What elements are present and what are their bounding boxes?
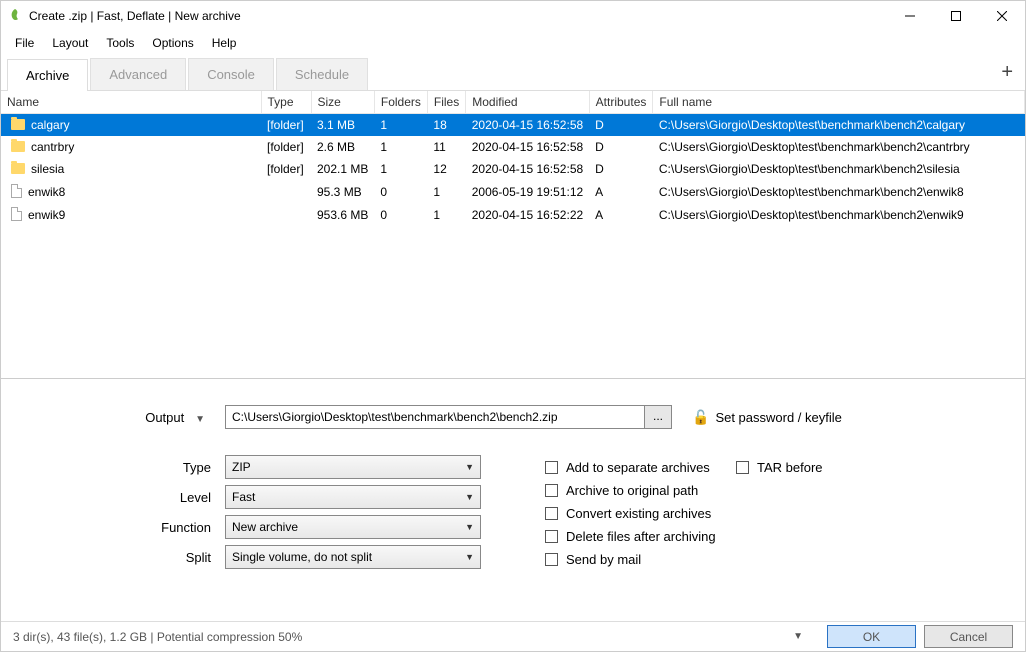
level-combo[interactable]: Fast▼ <box>225 485 481 509</box>
add-button[interactable]: + <box>1001 61 1013 84</box>
cancel-button[interactable]: Cancel <box>924 625 1013 648</box>
table-row[interactable]: calgary[folder]3.1 MB1182020-04-15 16:52… <box>1 114 1025 137</box>
file-icon <box>11 207 22 221</box>
table-row[interactable]: enwik895.3 MB012006-05-19 19:51:12AC:\Us… <box>1 180 1025 203</box>
checkbox-mail[interactable] <box>545 553 558 566</box>
checkbox-separate[interactable] <box>545 461 558 474</box>
ok-button[interactable]: OK <box>827 625 916 648</box>
table-row[interactable]: cantrbry[folder]2.6 MB1112020-04-15 16:5… <box>1 136 1025 158</box>
statusbar: 3 dir(s), 43 file(s), 1.2 GB | Potential… <box>1 621 1025 651</box>
table-row[interactable]: enwik9953.6 MB012020-04-15 16:52:22AC:\U… <box>1 203 1025 226</box>
window-title: Create .zip | Fast, Deflate | New archiv… <box>29 9 887 23</box>
menu-help[interactable]: Help <box>204 33 245 53</box>
set-password-link[interactable]: Set password / keyfile <box>715 410 841 425</box>
output-label: Output <box>145 410 184 425</box>
level-label: Level <box>15 490 225 505</box>
status-text: 3 dir(s), 43 file(s), 1.2 GB | Potential… <box>13 630 302 644</box>
col-size[interactable]: Size <box>311 91 374 114</box>
bottom-panel: Output ▼ ... 🔓 Set password / keyfile Ty… <box>1 379 1025 621</box>
titlebar: Create .zip | Fast, Deflate | New archiv… <box>1 1 1025 31</box>
col-type[interactable]: Type <box>261 91 311 114</box>
col-fullname[interactable]: Full name <box>653 91 1025 114</box>
lock-icon: 🔓 <box>692 409 709 426</box>
col-modified[interactable]: Modified <box>466 91 589 114</box>
chevron-down-icon[interactable]: ▼ <box>195 414 205 425</box>
col-files[interactable]: Files <box>427 91 465 114</box>
folder-icon <box>11 163 25 174</box>
type-combo[interactable]: ZIP▼ <box>225 455 481 479</box>
checkbox-convert[interactable] <box>545 507 558 520</box>
tab-schedule[interactable]: Schedule <box>276 58 368 90</box>
table-row[interactable]: silesia[folder]202.1 MB1122020-04-15 16:… <box>1 158 1025 180</box>
split-label: Split <box>15 550 225 565</box>
split-combo[interactable]: Single volume, do not split▼ <box>225 545 481 569</box>
options-column-2: TAR before <box>736 460 823 483</box>
menu-tools[interactable]: Tools <box>98 33 142 53</box>
menubar: File Layout Tools Options Help <box>1 31 1025 55</box>
folder-icon <box>11 141 25 152</box>
chevron-down-icon: ▼ <box>465 462 474 472</box>
tab-advanced[interactable]: Advanced <box>90 58 186 90</box>
options-column-1: Add to separate archives Archive to orig… <box>545 460 716 575</box>
tab-archive[interactable]: Archive <box>7 59 88 91</box>
chevron-down-icon[interactable]: ▼ <box>793 631 803 642</box>
menu-file[interactable]: File <box>7 33 42 53</box>
checkbox-tar[interactable] <box>736 461 749 474</box>
type-label: Type <box>15 460 225 475</box>
col-attributes[interactable]: Attributes <box>589 91 653 114</box>
browse-button[interactable]: ... <box>644 405 672 429</box>
col-folders[interactable]: Folders <box>374 91 427 114</box>
folder-icon <box>11 119 25 130</box>
chevron-down-icon: ▼ <box>465 492 474 502</box>
menu-layout[interactable]: Layout <box>44 33 96 53</box>
app-icon <box>7 8 23 24</box>
col-name[interactable]: Name <box>1 91 261 114</box>
checkbox-original[interactable] <box>545 484 558 497</box>
minimize-button[interactable] <box>887 1 933 31</box>
function-label: Function <box>15 520 225 535</box>
chevron-down-icon: ▼ <box>465 522 474 532</box>
chevron-down-icon: ▼ <box>465 552 474 562</box>
maximize-button[interactable] <box>933 1 979 31</box>
file-table: Name Type Size Folders Files Modified At… <box>1 91 1025 379</box>
menu-options[interactable]: Options <box>144 33 201 53</box>
output-input[interactable] <box>225 405 645 429</box>
file-icon <box>11 184 22 198</box>
function-combo[interactable]: New archive▼ <box>225 515 481 539</box>
tab-console[interactable]: Console <box>188 58 274 90</box>
tabbar: Archive Advanced Console Schedule + <box>1 55 1025 91</box>
close-button[interactable] <box>979 1 1025 31</box>
checkbox-delete[interactable] <box>545 530 558 543</box>
